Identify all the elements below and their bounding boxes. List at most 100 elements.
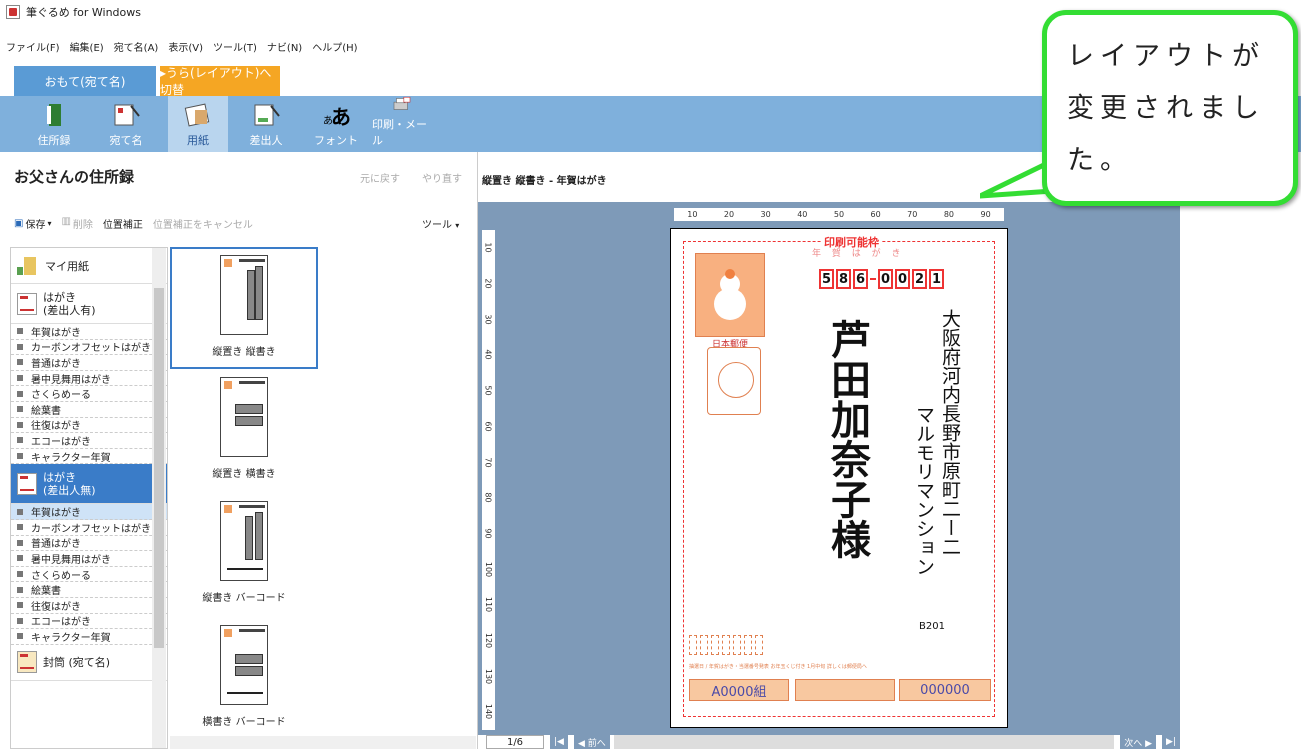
- list-item[interactable]: キャラクター年賀: [11, 449, 167, 465]
- trash-icon: ▥: [61, 216, 71, 227]
- zip-digit: 1: [929, 269, 944, 289]
- delete-label: 削除: [72, 220, 93, 231]
- position-fix-button[interactable]: 位置補正: [103, 216, 143, 231]
- recipient-room[interactable]: B201: [919, 621, 945, 632]
- menu-file[interactable]: ファイル(F): [6, 39, 60, 54]
- category-postcard-no-sender[interactable]: はがき (差出人無): [11, 464, 167, 505]
- category-postcard-with-sender[interactable]: はがき (差出人有): [11, 284, 167, 324]
- list-item[interactable]: 年賀はがき: [11, 324, 167, 340]
- postcard-icon: [17, 292, 37, 315]
- list-item[interactable]: エコーはがき: [11, 614, 167, 630]
- redo-button[interactable]: やり直す: [422, 170, 462, 185]
- layout-thumb-horizontal-barcode[interactable]: 横書き バーコード: [170, 619, 318, 741]
- nenga-label: 年 賀 は が き: [812, 249, 905, 259]
- tools-menu-button[interactable]: ツール ▾: [422, 216, 459, 231]
- scrollbar-thumb[interactable]: [154, 288, 164, 648]
- tab-switch-back[interactable]: ▸うら(レイアウト)へ切替: [160, 66, 280, 97]
- folder-icon: [17, 256, 39, 275]
- list-item[interactable]: さくらめーる: [11, 386, 167, 402]
- ribbon-label: 差出人: [249, 134, 283, 147]
- list-item[interactable]: 普通はがき: [11, 355, 167, 371]
- ribbon-label: 用紙: [187, 134, 209, 147]
- recipient-name[interactable]: 芦田加奈子様: [821, 319, 873, 559]
- paper-toolbar: ▣ 保存 ▾ ▥ 削除 位置補正 位置補正をキャンセル: [14, 216, 253, 231]
- list-item[interactable]: 普通はがき: [11, 536, 167, 552]
- postmark-icon: [707, 347, 761, 415]
- zip-separator: [870, 269, 876, 289]
- list-item[interactable]: 年賀はがき: [11, 504, 167, 520]
- save-label: 保存: [25, 220, 46, 231]
- category-label: はがき (差出人無): [43, 470, 96, 497]
- list-item[interactable]: キャラクター年賀: [11, 629, 167, 645]
- postcard-preview[interactable]: 印刷可能枠 年 賀 は が き 日本郵便 5 8 6 0 0 2 1 芦田加奈子…: [670, 228, 1008, 728]
- menu-edit[interactable]: 編集(E): [70, 39, 104, 54]
- last-page-button[interactable]: ▶|: [1162, 735, 1180, 749]
- list-item[interactable]: 暑中見舞用はがき: [11, 371, 167, 387]
- undo-button[interactable]: 元に戻す: [360, 170, 400, 185]
- zip-digit: 6: [853, 269, 868, 289]
- ribbon-paper[interactable]: 用紙: [168, 96, 228, 152]
- address-book-icon: [47, 104, 61, 126]
- list-item[interactable]: エコーはがき: [11, 433, 167, 449]
- ribbon-label: 住所録: [37, 134, 71, 147]
- ribbon-font[interactable]: ああ フォント: [306, 96, 366, 152]
- list-item[interactable]: 暑中見舞用はがき: [11, 551, 167, 567]
- next-page-button[interactable]: 次へ ▶: [1120, 735, 1157, 749]
- address-book-panel: お父さんの住所録 元に戻す やり直す ▣ 保存 ▾ ▥ 削除 位置補正 位置補正…: [0, 152, 478, 749]
- ribbon-recipient[interactable]: 宛て名: [96, 96, 156, 152]
- layout-preview-icon: [220, 255, 268, 335]
- recipient-address[interactable]: 大阪府河内長野市原町二ー二: [939, 309, 961, 556]
- callout-text: レイアウトが変更されました。: [1067, 41, 1265, 176]
- callout-balloon: レイアウトが変更されました。: [1042, 10, 1298, 206]
- address-book-title: お父さんの住所録: [14, 168, 135, 186]
- ribbon-print-mail[interactable]: 印刷・メール: [372, 96, 432, 152]
- recipient-building[interactable]: マルモリマンション: [913, 405, 935, 576]
- list-item[interactable]: カーボンオフセットはがき: [11, 520, 167, 536]
- list-item[interactable]: カーボンオフセットはがき: [11, 340, 167, 356]
- menu-recipient[interactable]: 宛て名(A): [114, 39, 159, 54]
- category-my-paper[interactable]: マイ用紙: [11, 248, 167, 284]
- list-item[interactable]: 往復はがき: [11, 418, 167, 434]
- lottery-note: 抽選日 / 年賀はがき・当選番号発表 お年玉くじ付き 1月中旬 詳しくは郵便局へ: [689, 664, 867, 670]
- menu-view[interactable]: 表示(V): [168, 39, 203, 54]
- menu-help[interactable]: ヘルプ(H): [312, 39, 357, 54]
- position-cancel-button[interactable]: 位置補正をキャンセル: [153, 216, 253, 231]
- category-label: マイ用紙: [45, 259, 89, 273]
- thumbnail-scrollbar[interactable]: [170, 736, 476, 749]
- layout-thumb-vertical-barcode[interactable]: 縦書き バーコード: [170, 495, 318, 617]
- tab-front[interactable]: おもて(宛て名): [14, 66, 156, 96]
- save-button[interactable]: ▣ 保存 ▾: [14, 216, 51, 231]
- app-icon: [6, 5, 20, 19]
- font-icon: ああ: [323, 105, 351, 128]
- list-item[interactable]: 往復はがき: [11, 598, 167, 614]
- ribbon-address-book[interactable]: 住所録: [24, 96, 84, 152]
- thumb-label: 縦置き 縦書き: [212, 347, 276, 358]
- lottery-group: A0000組: [689, 679, 789, 701]
- prev-page-button[interactable]: ◀ 前へ: [573, 735, 610, 749]
- layout-thumb-vertical-vertical[interactable]: 縦置き 縦書き: [170, 247, 318, 369]
- menu-tools[interactable]: ツール(T): [213, 39, 257, 54]
- delete-button[interactable]: ▥ 削除: [61, 216, 92, 231]
- menu-navi[interactable]: ナビ(N): [267, 39, 302, 54]
- svg-text:あ: あ: [331, 105, 351, 128]
- list-item[interactable]: 絵葉書: [11, 582, 167, 598]
- ruler-horizontal: 10 20 30 40 50 60 70 80 90: [674, 208, 1004, 221]
- layout-preview-icon: [220, 625, 268, 705]
- ribbon-sender[interactable]: 差出人: [236, 96, 296, 152]
- thumb-label: 横書き バーコード: [202, 717, 286, 728]
- thumb-label: 縦置き 横書き: [212, 469, 276, 480]
- page-scrollbar[interactable]: [613, 735, 1115, 749]
- category-scrollbar[interactable]: [152, 248, 166, 748]
- first-page-button[interactable]: |◀: [550, 735, 568, 749]
- zip-digit: 8: [836, 269, 851, 289]
- layout-thumb-vertical-horizontal[interactable]: 縦置き 横書き: [170, 371, 318, 493]
- list-item[interactable]: さくらめーる: [11, 567, 167, 583]
- category-envelope[interactable]: 封筒 (宛て名): [11, 645, 167, 681]
- ribbon-label: フォント: [314, 134, 358, 147]
- zip-code: 5 8 6 0 0 2 1: [819, 269, 944, 289]
- recipient-icon: [114, 104, 140, 126]
- zip-digit: 2: [912, 269, 927, 289]
- chevron-down-icon: ▾: [455, 221, 460, 230]
- lottery-number: 000000: [899, 679, 991, 701]
- list-item[interactable]: 絵葉書: [11, 402, 167, 418]
